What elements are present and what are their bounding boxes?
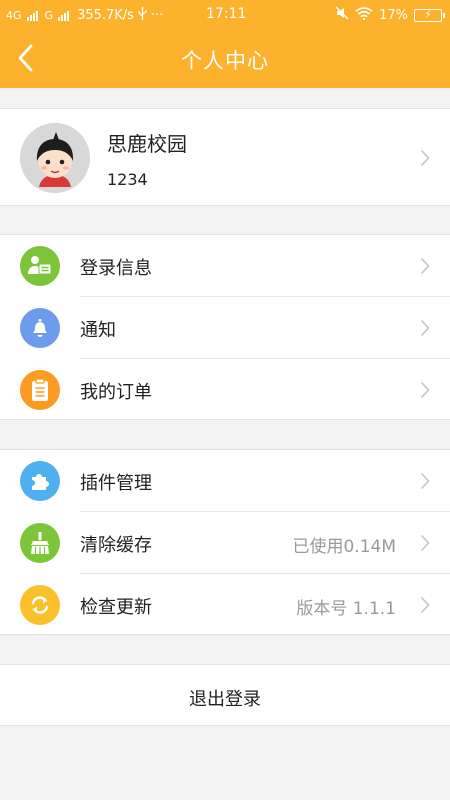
version-value: 版本号 1.1.1 bbox=[296, 599, 396, 619]
page-title: 个人中心 bbox=[181, 49, 269, 73]
id-card-icon bbox=[20, 246, 60, 286]
menu-item-notifications[interactable]: 通知 bbox=[0, 297, 450, 359]
menu-item-check-update[interactable]: 检查更新 版本号 1.1.1 bbox=[0, 574, 450, 636]
logout-label: 退出登录 bbox=[189, 689, 261, 710]
menu-item-label: 插件管理 bbox=[80, 473, 152, 494]
chevron-right-icon bbox=[420, 319, 430, 337]
menu-item-label: 检查更新 bbox=[80, 597, 152, 618]
menu-item-clear-cache[interactable]: 清除缓存 已使用0.14M bbox=[0, 512, 450, 574]
puzzle-icon bbox=[20, 461, 60, 501]
menu-item-label: 通知 bbox=[80, 320, 116, 341]
clipboard-icon bbox=[20, 370, 60, 410]
menu-item-label: 清除缓存 bbox=[80, 535, 152, 556]
menu-group-1: 登录信息 通知 我的订单 bbox=[0, 234, 450, 420]
cache-size-value: 已使用0.14M bbox=[292, 537, 396, 557]
avatar bbox=[20, 123, 90, 193]
clock: 17:11 bbox=[206, 6, 247, 22]
menu-item-login-info[interactable]: 登录信息 bbox=[0, 235, 450, 297]
profile-id: 1234 bbox=[107, 170, 148, 189]
battery-percent: 17% bbox=[379, 7, 408, 23]
menu-item-label: 我的订单 bbox=[80, 382, 152, 403]
network-type-1: 4G bbox=[6, 9, 22, 22]
status-left: 4G G 355.7K/s ··· bbox=[6, 7, 163, 24]
menu-item-label: 登录信息 bbox=[80, 258, 152, 279]
refresh-icon bbox=[20, 585, 60, 625]
wifi-icon bbox=[355, 6, 373, 24]
logout-button[interactable]: 退出登录 bbox=[0, 664, 450, 726]
status-bar: 4G G 355.7K/s ··· 17:11 17% ⚡ bbox=[0, 0, 450, 30]
chevron-right-icon bbox=[420, 472, 430, 490]
chevron-right-icon bbox=[420, 534, 430, 552]
signal-icon bbox=[26, 10, 38, 21]
signal-icon-2 bbox=[58, 10, 70, 21]
network-type-2: G bbox=[44, 9, 54, 22]
chevron-right-icon bbox=[420, 596, 430, 614]
chevron-right-icon bbox=[420, 381, 430, 399]
more-dots: ··· bbox=[150, 8, 164, 23]
chevron-right-icon bbox=[420, 257, 430, 275]
chevron-right-icon bbox=[420, 149, 430, 167]
menu-group-2: 插件管理 清除缓存 已使用0.14M 检查更新 版本号 1.1.1 bbox=[0, 449, 450, 635]
menu-item-plugin-management[interactable]: 插件管理 bbox=[0, 450, 450, 512]
status-right: 17% ⚡ bbox=[335, 6, 445, 24]
bell-icon bbox=[20, 308, 60, 348]
usb-icon bbox=[138, 7, 147, 24]
profile-name: 思鹿校园 bbox=[107, 132, 187, 156]
network-speed: 355.7K/s bbox=[77, 8, 134, 23]
battery-icon: ⚡ bbox=[414, 8, 445, 22]
broom-icon bbox=[20, 523, 60, 563]
app-bar: 4G G 355.7K/s ··· 17:11 17% ⚡ 个人中心 bbox=[0, 0, 450, 88]
profile-card[interactable] bbox=[0, 108, 450, 206]
menu-item-my-orders[interactable]: 我的订单 bbox=[0, 359, 450, 421]
mute-icon bbox=[335, 6, 349, 24]
